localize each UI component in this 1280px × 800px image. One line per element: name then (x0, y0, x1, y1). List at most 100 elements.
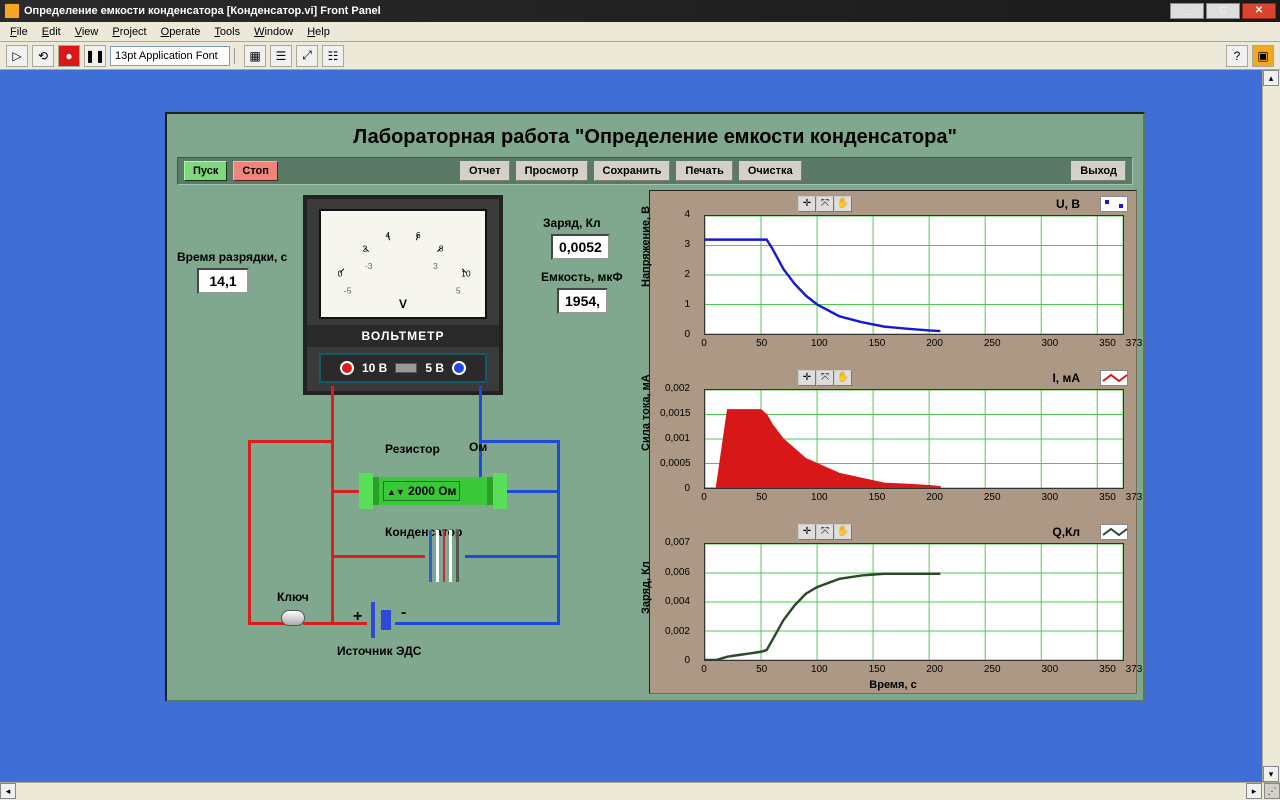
circuit-area: Время разрядки, с 14,1 Заряд, Кл 0,0052 … (173, 190, 643, 694)
horizontal-scrollbar[interactable]: ◂ ▸ ⋰ (0, 782, 1280, 800)
align-button[interactable]: ▦ (244, 45, 266, 67)
pause-button[interactable]: ❚❚ (84, 45, 106, 67)
chart-zoom-icon[interactable]: ✛ (798, 524, 816, 540)
svg-text:8: 8 (439, 244, 444, 254)
capacitor (427, 530, 461, 582)
report-button[interactable]: Отчет (460, 161, 510, 181)
menu-window[interactable]: Window (248, 24, 299, 40)
chart-legend-swatch[interactable] (1100, 196, 1128, 212)
resize-grip-icon[interactable]: ⋰ (1264, 783, 1280, 799)
svg-text:-3: -3 (365, 261, 373, 271)
resize-button[interactable]: ⤢ (296, 45, 318, 67)
chart-charge: ✛ ⤧ ✋ Q,Кл Заряд, Кл 00,0020,0040,0060,0… (654, 523, 1132, 689)
chart-ylabel: Заряд, Кл (640, 561, 652, 614)
charts-panel: ✛ ⤧ ✋ U, В Напряжение, В 012340501001502… (649, 190, 1137, 694)
chart-hand-icon[interactable]: ✋ (834, 196, 852, 212)
chart-legend-swatch[interactable] (1100, 370, 1128, 386)
chart-pan-icon[interactable]: ⤧ (816, 370, 834, 386)
font-selector[interactable] (110, 46, 230, 66)
range-5v: 5 В (425, 361, 444, 375)
voltmeter-terminal-minus (452, 361, 466, 375)
menu-tools[interactable]: Tools (208, 24, 246, 40)
menu-operate[interactable]: Operate (155, 24, 207, 40)
chart-zoom-icon[interactable]: ✛ (798, 370, 816, 386)
svg-text:2: 2 (362, 244, 367, 254)
print-button[interactable]: Печать (676, 161, 732, 181)
source-label: Источник ЭДС (337, 644, 421, 658)
preview-button[interactable]: Просмотр (516, 161, 588, 181)
resistor-unit: Ом (469, 440, 487, 454)
menu-view[interactable]: View (69, 24, 105, 40)
menu-project[interactable]: Project (106, 24, 152, 40)
menu-edit[interactable]: Edit (36, 24, 67, 40)
chart-voltage: ✛ ⤧ ✋ U, В Напряжение, В 012340501001502… (654, 195, 1132, 363)
range-10v: 10 В (362, 361, 387, 375)
panel-title: Лабораторная работа "Определение емкости… (167, 114, 1143, 157)
voltmeter-range: 10 В 5 В (319, 353, 487, 383)
chart-zoom-icon[interactable]: ✛ (798, 196, 816, 212)
app-icon (4, 3, 20, 19)
window-titlebar: Определение емкости конденсатора [Конден… (0, 0, 1280, 22)
chart-plot-area[interactable] (704, 543, 1124, 661)
abort-button[interactable]: ● (58, 45, 80, 67)
chart-plot-area[interactable] (704, 215, 1124, 335)
vertical-scrollbar[interactable]: ▴ ▾ (1262, 70, 1280, 782)
exit-button[interactable]: Выход (1071, 161, 1126, 181)
wire-blue (479, 440, 560, 443)
scroll-right-icon[interactable]: ▸ (1246, 783, 1262, 799)
wire-blue (465, 555, 560, 558)
chart-ylabel: Напряжение, В (640, 206, 652, 287)
help-button[interactable]: ? (1226, 45, 1248, 67)
chart-pan-icon[interactable]: ⤧ (816, 524, 834, 540)
chart-xlabel: Время, с (869, 679, 916, 691)
window-title: Определение емкости конденсатора [Конден… (24, 5, 381, 17)
start-button[interactable]: Пуск (184, 161, 227, 181)
chart-plot-area[interactable] (704, 389, 1124, 489)
chart-pan-icon[interactable]: ⤧ (816, 196, 834, 212)
button-row: Пуск Стоп Отчет Просмотр Сохранить Печат… (177, 157, 1133, 185)
clear-button[interactable]: Очистка (739, 161, 802, 181)
scroll-left-icon[interactable]: ◂ (0, 783, 16, 799)
chart-hand-icon[interactable]: ✋ (834, 370, 852, 386)
save-button[interactable]: Сохранить (594, 161, 671, 181)
voltmeter-scale: 024 6810 -5-3 35 (338, 230, 471, 295)
wire-blue (557, 440, 560, 624)
voltmeter-unit: V (399, 297, 407, 311)
menu-file[interactable]: File (4, 24, 34, 40)
chart-current: ✛ ⤧ ✋ I, мА Сила тока, мА 00,00050,0010,… (654, 369, 1132, 517)
minus-sign: - (401, 604, 406, 622)
maximize-button[interactable]: □ (1206, 3, 1240, 19)
charge-label: Заряд, Кл (543, 216, 601, 230)
switch-control[interactable] (281, 610, 305, 626)
voltmeter-dial: 024 6810 -5-3 35 V (319, 209, 487, 319)
reorder-button[interactable]: ☷ (322, 45, 344, 67)
vi-panel: Лабораторная работа "Определение емкости… (165, 112, 1145, 702)
voltmeter: 024 6810 -5-3 35 V ВОЛЬТМЕТР (303, 195, 503, 395)
wire-red (248, 440, 251, 624)
block-diagram-button[interactable]: ▣ (1252, 45, 1274, 67)
wire-red (248, 440, 334, 443)
chart-hand-icon[interactable]: ✋ (834, 524, 852, 540)
time-value: 14,1 (197, 268, 249, 294)
battery (363, 602, 393, 638)
voltmeter-name: ВОЛЬТМЕТР (307, 325, 499, 347)
range-slider[interactable] (395, 363, 417, 373)
chart-series-label: I, мА (1052, 371, 1080, 385)
scroll-up-icon[interactable]: ▴ (1263, 70, 1279, 86)
resistor-value[interactable]: ▲▼ 2000 Ом (383, 481, 460, 501)
close-button[interactable]: ✕ (1242, 3, 1276, 19)
scroll-down-icon[interactable]: ▾ (1263, 766, 1279, 782)
svg-text:0: 0 (338, 268, 343, 278)
charge-value: 0,0052 (551, 234, 610, 260)
chart-ylabel: Сила тока, мА (640, 374, 652, 451)
run-continuous-button[interactable]: ⟲ (32, 45, 54, 67)
menu-help[interactable]: Help (301, 24, 336, 40)
run-button[interactable]: ▷ (6, 45, 28, 67)
time-label: Время разрядки, с (177, 250, 287, 264)
front-panel-canvas: Лабораторная работа "Определение емкости… (0, 70, 1262, 782)
distribute-button[interactable]: ☰ (270, 45, 292, 67)
wire-red (331, 555, 425, 558)
stop-button[interactable]: Стоп (233, 161, 278, 181)
minimize-button[interactable]: _ (1170, 3, 1204, 19)
chart-legend-swatch[interactable] (1100, 524, 1128, 540)
